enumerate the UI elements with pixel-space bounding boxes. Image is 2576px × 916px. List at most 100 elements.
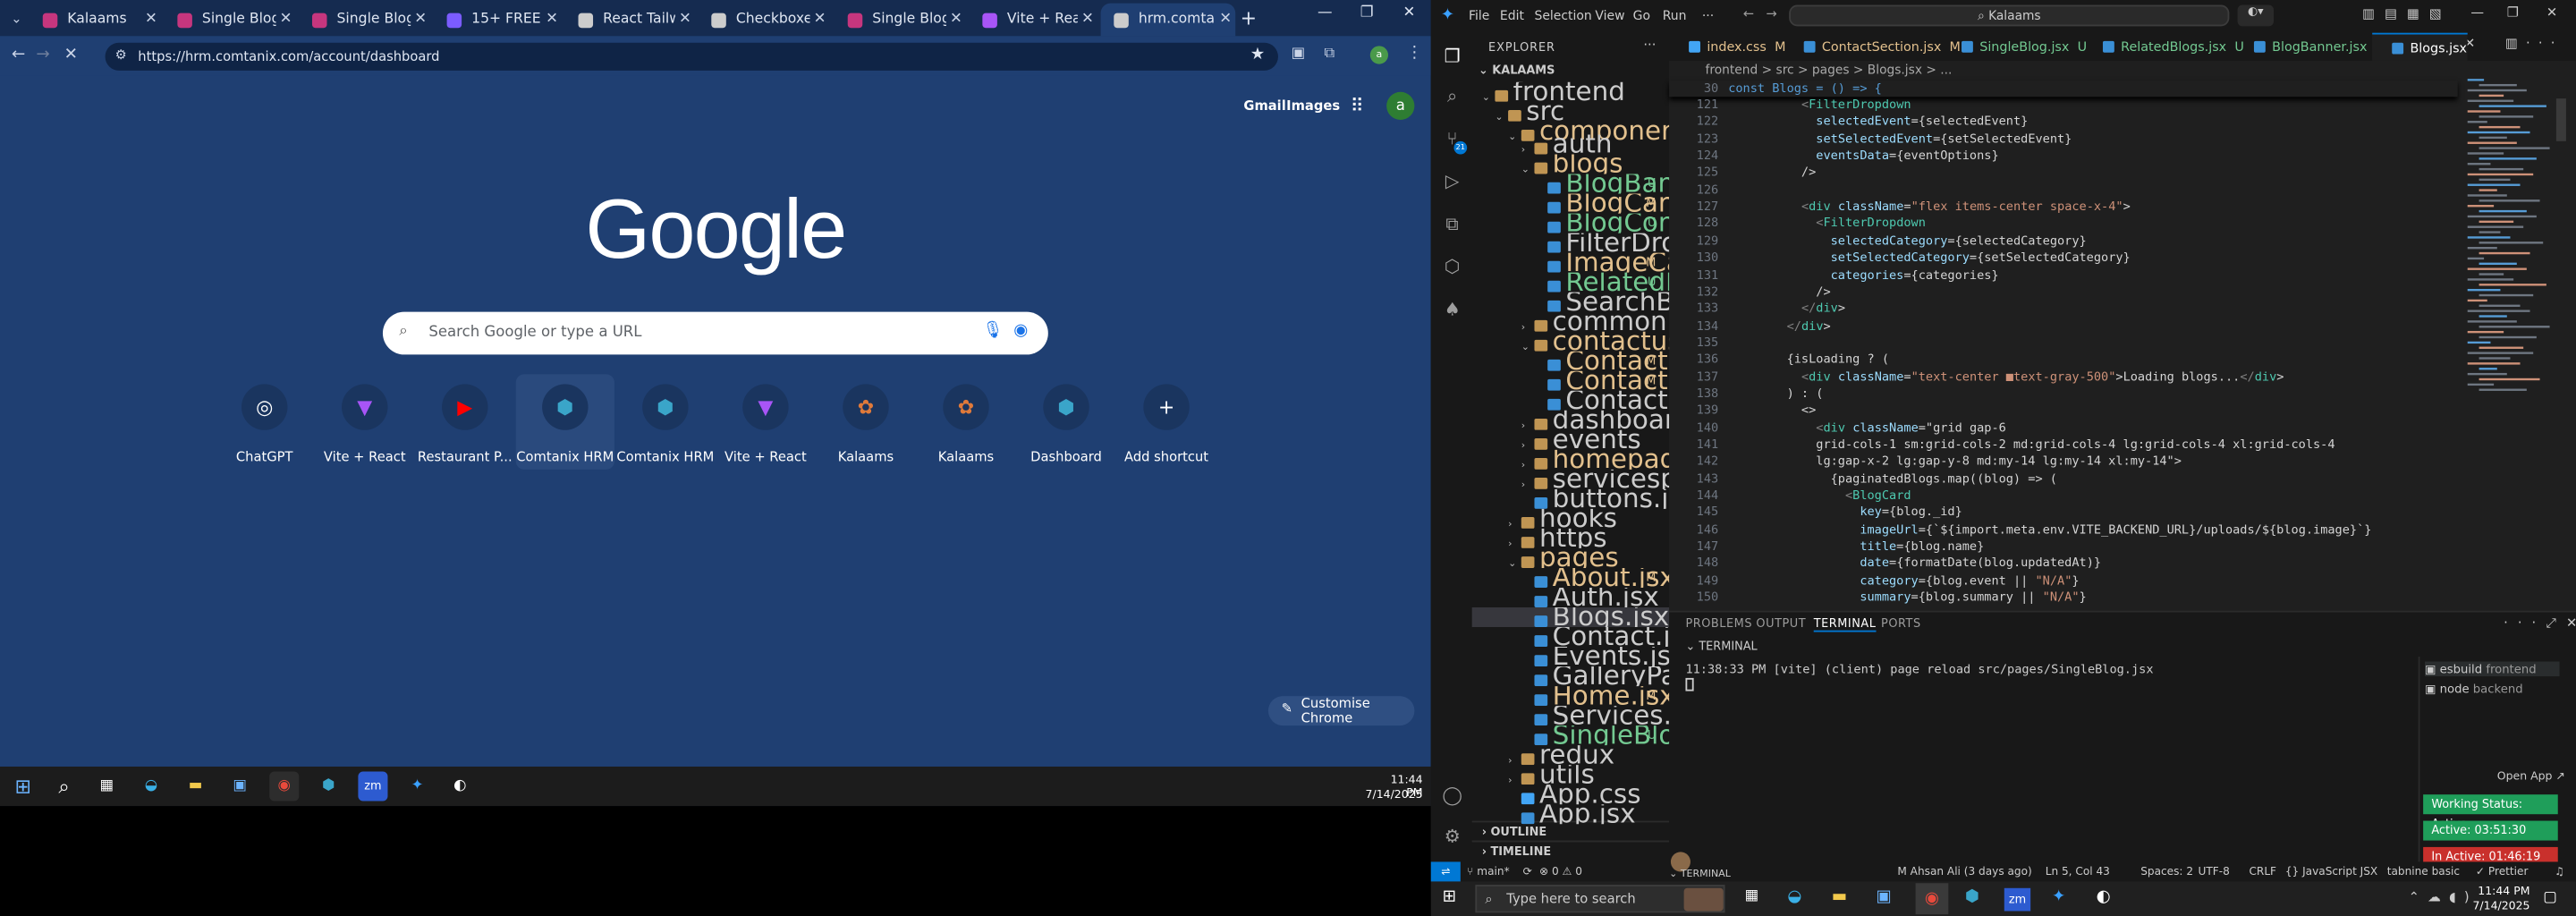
shortcut-tile[interactable]: ▼ Vite + React: [316, 374, 414, 469]
problems-count[interactable]: ⊗ 0 ⚠ 0: [1539, 861, 1582, 881]
tabnine-status[interactable]: tabnine basic: [2387, 861, 2460, 881]
explorer-more-icon[interactable]: ···: [1643, 38, 1656, 53]
tree-file[interactable]: Home.jsx M: [1472, 686, 1669, 707]
tree-folder[interactable]: ⌄ contactus: [1472, 332, 1669, 352]
app-taskbar-icon[interactable]: ⬢: [1965, 888, 1979, 906]
stop-loading-icon[interactable]: ✕: [64, 46, 78, 64]
shortcut-tile[interactable]: ✿ Kalaams: [817, 374, 915, 469]
tree-file[interactable]: BlogBanner.jsxU: [1472, 174, 1669, 194]
tree-folder[interactable]: › redux: [1472, 745, 1669, 766]
command-center[interactable]: ⌕ Kalaams: [1789, 4, 2230, 27]
browser-tab[interactable]: Vite + React✕: [970, 4, 1097, 37]
code-line[interactable]: 146 imageUrl={`${import.meta.env.VITE_BA…: [1669, 522, 2372, 539]
menu-item[interactable]: Run: [1663, 8, 1687, 23]
terminal-output[interactable]: 11:38:33 PM [vite] (client) page reload …: [1685, 662, 2153, 677]
task-view-icon[interactable]: ▦: [1745, 888, 1759, 904]
editor-tab[interactable]: ContactSection.jsx M: [1784, 33, 1961, 61]
breadcrumb[interactable]: frontend > src > pages > Blogs.jsx > ...: [1669, 61, 2490, 79]
code-line[interactable]: 138 ) : (: [1669, 386, 1824, 403]
browser-tab[interactable]: Checkboxes in✕: [699, 4, 830, 37]
taskbar-search-icon[interactable]: ⌕: [49, 771, 79, 801]
editor-scrollbar[interactable]: [2555, 98, 2566, 141]
code-line[interactable]: 129 selectedCategory={selectedCategory}: [1669, 233, 2087, 250]
site-info-icon[interactable]: ⚙: [115, 47, 127, 63]
tree-file[interactable]: ImageCard.jsxM: [1472, 253, 1669, 273]
code-line[interactable]: 122 selectedEvent={selectedEvent}: [1669, 114, 2029, 131]
code-line[interactable]: 140 <div className="grid gap-6: [1669, 420, 2006, 437]
code-line[interactable]: 144 <BlogCard: [1669, 488, 1911, 505]
code-line[interactable]: 137 <div className="text-center ■text-gr…: [1669, 369, 2284, 386]
extensions-icon[interactable]: ⧉: [1441, 214, 1464, 237]
maximize-icon[interactable]: ❐: [1360, 5, 1374, 21]
shortcut-tile[interactable]: ▼ Vite + React: [716, 374, 815, 469]
tab-close-icon[interactable]: ✕: [542, 12, 562, 28]
terminal-section-header[interactable]: ⌄ TERMINAL: [1669, 640, 1757, 654]
shortcut-tile[interactable]: ⬢ Dashboard: [1017, 374, 1115, 469]
code-line[interactable]: 124 eventsData={eventOptions}: [1669, 148, 1999, 165]
bookmark-star-icon[interactable]: ★: [1250, 46, 1265, 64]
tree-file[interactable]: Auth.jsx: [1472, 588, 1669, 607]
tree-folder[interactable]: › https: [1472, 529, 1669, 548]
editor-tab[interactable]: RelatedBlogs.jsx U: [2083, 33, 2244, 61]
browser-tab[interactable]: React Tailwind✕: [565, 4, 695, 37]
minimap[interactable]: [2461, 79, 2559, 407]
browser-tab[interactable]: Single Blog Pa✕: [835, 4, 966, 37]
browser-tab[interactable]: 15+ FREE Blog✕: [434, 4, 562, 37]
code-line[interactable]: 121 <FilterDropdown: [1669, 97, 1911, 114]
mongodb-icon[interactable]: ♠: [1441, 299, 1464, 322]
code-line[interactable]: 126: [1669, 182, 1728, 199]
vscode-taskbar-icon[interactable]: ✦: [402, 771, 432, 801]
code-line[interactable]: 149 category={blog.event || "N/A"}: [1669, 572, 2080, 589]
tab-close-icon[interactable]: ✕: [276, 12, 296, 28]
google-search-box[interactable]: ⌕ Search Google or type a URL 🎙 ◉: [382, 311, 1048, 355]
panel-tab[interactable]: PROBLEMS: [1685, 617, 1752, 631]
images-link[interactable]: Images: [1286, 98, 1340, 114]
extensions-puzzle-icon[interactable]: ⧉: [1324, 46, 1335, 62]
timeline-section[interactable]: › TIMELINE: [1471, 840, 1670, 861]
terminal-item-node[interactable]: ▣ node backend: [2425, 682, 2523, 697]
minimize-icon[interactable]: —: [1318, 5, 1333, 21]
vs-minimize-icon[interactable]: —: [2470, 5, 2484, 21]
vs-maximize-icon[interactable]: ❐: [2507, 5, 2519, 21]
tree-file[interactable]: Blogs.jsx: [1471, 606, 1670, 628]
panel-actions-icons[interactable]: ···⤢✕: [2504, 615, 2576, 632]
windows-start-icon[interactable]: ⊞: [8, 771, 38, 801]
browser-tab[interactable]: Single Blog Pa✕: [299, 4, 430, 37]
voice-search-icon[interactable]: 🎙: [982, 322, 1003, 340]
panel-tab[interactable]: TERMINAL: [1813, 617, 1877, 632]
editor-tab[interactable]: BlogBanner.jsxU: [2234, 33, 2385, 61]
code-line[interactable]: 130 setSelectedCategory={setSelectedCate…: [1669, 250, 2131, 267]
tree-folder[interactable]: › homepage: [1472, 450, 1669, 470]
prettier-status[interactable]: ✓ Prettier: [2476, 861, 2529, 881]
tree-folder[interactable]: ⌄ frontend: [1472, 82, 1669, 102]
code-line[interactable]: 139 <>: [1669, 403, 1817, 420]
tree-file[interactable]: buttons.jsx: [1472, 489, 1669, 509]
code-line[interactable]: 145 key={blog._id}: [1669, 505, 1962, 522]
editor-tab[interactable]: SingleBlog.jsx U: [1942, 33, 2087, 61]
tree-file[interactable]: SearchBar.jsx: [1472, 293, 1669, 312]
app2-taskbar-icon[interactable]: ◐: [2097, 888, 2111, 906]
code-line[interactable]: 150 summary={blog.summary || "N/A"}: [1669, 589, 2087, 606]
cursor-position[interactable]: Ln 5, Col 43: [2046, 861, 2110, 881]
tree-file[interactable]: About.jsx M: [1472, 568, 1669, 588]
git-branch[interactable]: ⑂ main*: [1467, 861, 1509, 881]
tree-folder[interactable]: › events: [1472, 430, 1669, 450]
tab-close-icon[interactable]: ✕: [946, 12, 966, 28]
file-explorer-icon[interactable]: ▬: [181, 771, 210, 801]
extension-icon[interactable]: ▣: [1292, 46, 1306, 62]
notifications-bell-icon[interactable]: ♫: [2555, 861, 2564, 881]
language-mode[interactable]: {} JavaScript JSX: [2285, 861, 2377, 881]
tree-folder[interactable]: ⌄ pages: [1472, 548, 1669, 568]
remote-explorer-icon[interactable]: ⬡: [1441, 256, 1464, 279]
workspace-header[interactable]: ⌄ KALAAMS: [1479, 64, 1555, 78]
tree-file[interactable]: ContactSection...M: [1472, 371, 1669, 391]
code-line[interactable]: 132 />: [1669, 284, 1831, 301]
edge-icon[interactable]: ◒: [1787, 888, 1801, 906]
git-blame[interactable]: M Ahsan Ali (3 days ago): [1897, 861, 2031, 881]
code-line[interactable]: 147 title={blog.name}: [1669, 539, 1985, 556]
tree-file[interactable]: SingleBlog.jsxU: [1472, 725, 1669, 746]
remote-indicator-icon[interactable]: ⇌: [1430, 861, 1461, 882]
code-line[interactable]: 134 </div>: [1669, 318, 1831, 335]
tree-file[interactable]: FilterDropdown.jsx: [1472, 233, 1669, 253]
zoom-taskbar-icon[interactable]: zm: [358, 771, 388, 802]
